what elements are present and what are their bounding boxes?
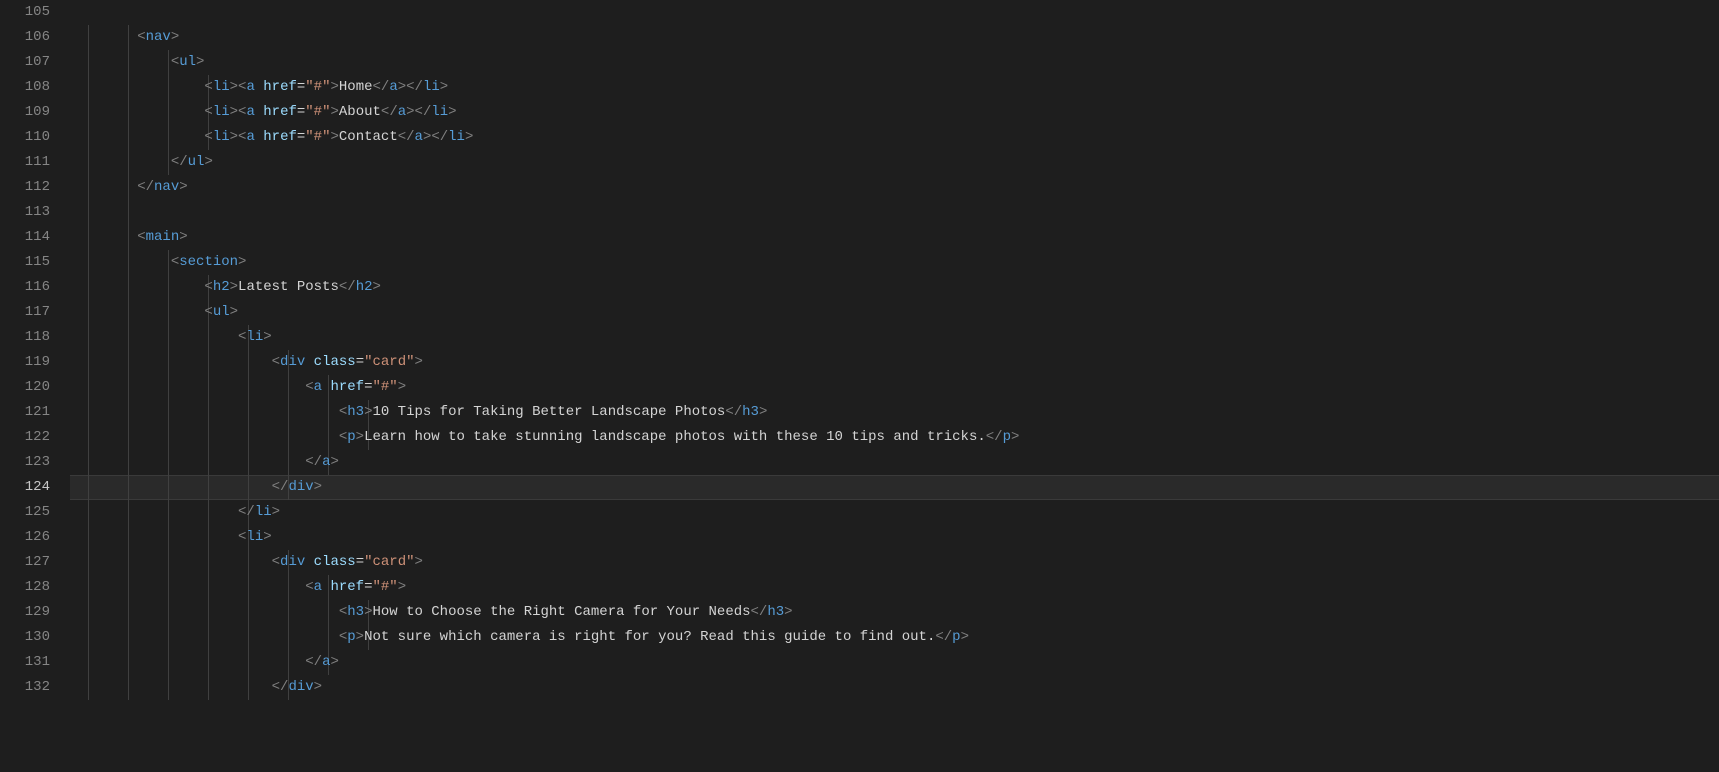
code-line[interactable]: <h3>How to Choose the Right Camera for Y… (70, 600, 1719, 625)
code-line[interactable]: <h3>10 Tips for Taking Better Landscape … (70, 400, 1719, 425)
line-number: 131 (0, 650, 50, 675)
line-number: 119 (0, 350, 50, 375)
code-line[interactable]: <div class="card"> (70, 350, 1719, 375)
line-number: 124 (0, 475, 50, 500)
code-lines: <nav> <ul> <li><a href="#">Home</a></li>… (70, 0, 1719, 700)
line-number: 121 (0, 400, 50, 425)
line-number: 125 (0, 500, 50, 525)
code-line[interactable]: </nav> (70, 175, 1719, 200)
line-number: 105 (0, 0, 50, 25)
code-line[interactable]: </li> (70, 500, 1719, 525)
code-line[interactable]: <section> (70, 250, 1719, 275)
code-line[interactable]: <li><a href="#">Home</a></li> (70, 75, 1719, 100)
code-line[interactable]: <a href="#"> (70, 375, 1719, 400)
line-number: 116 (0, 275, 50, 300)
line-number: 117 (0, 300, 50, 325)
line-number: 126 (0, 525, 50, 550)
line-number: 132 (0, 675, 50, 700)
code-line[interactable]: <div class="card"> (70, 550, 1719, 575)
line-number: 130 (0, 625, 50, 650)
code-line[interactable]: <li><a href="#">About</a></li> (70, 100, 1719, 125)
code-line[interactable]: </ul> (70, 150, 1719, 175)
code-line[interactable]: <li><a href="#">Contact</a></li> (70, 125, 1719, 150)
code-line[interactable]: <p>Not sure which camera is right for yo… (70, 625, 1719, 650)
line-number: 128 (0, 575, 50, 600)
line-number: 107 (0, 50, 50, 75)
line-number: 110 (0, 125, 50, 150)
line-number: 106 (0, 25, 50, 50)
code-line[interactable]: <li> (70, 525, 1719, 550)
line-number: 122 (0, 425, 50, 450)
line-number: 129 (0, 600, 50, 625)
line-number: 114 (0, 225, 50, 250)
code-line[interactable]: </a> (70, 650, 1719, 675)
code-line[interactable] (70, 0, 1719, 25)
line-number: 109 (0, 100, 50, 125)
code-line[interactable]: <nav> (70, 25, 1719, 50)
line-number: 108 (0, 75, 50, 100)
code-line[interactable]: <a href="#"> (70, 575, 1719, 600)
code-line[interactable]: <h2>Latest Posts</h2> (70, 275, 1719, 300)
code-line[interactable]: </div> (70, 475, 1719, 500)
line-number: 123 (0, 450, 50, 475)
line-number: 113 (0, 200, 50, 225)
code-line[interactable]: <ul> (70, 50, 1719, 75)
code-line[interactable]: <ul> (70, 300, 1719, 325)
line-number-gutter: 1051061071081091101111121131141151161171… (0, 0, 70, 772)
line-number: 120 (0, 375, 50, 400)
code-line[interactable]: </div> (70, 675, 1719, 700)
code-editor-area[interactable]: <nav> <ul> <li><a href="#">Home</a></li>… (70, 0, 1719, 772)
line-number: 127 (0, 550, 50, 575)
code-line[interactable]: <p>Learn how to take stunning landscape … (70, 425, 1719, 450)
code-line[interactable]: <main> (70, 225, 1719, 250)
line-number: 115 (0, 250, 50, 275)
code-line[interactable] (70, 200, 1719, 225)
code-line[interactable]: <li> (70, 325, 1719, 350)
line-number: 111 (0, 150, 50, 175)
line-number: 112 (0, 175, 50, 200)
line-number: 118 (0, 325, 50, 350)
code-line[interactable]: </a> (70, 450, 1719, 475)
